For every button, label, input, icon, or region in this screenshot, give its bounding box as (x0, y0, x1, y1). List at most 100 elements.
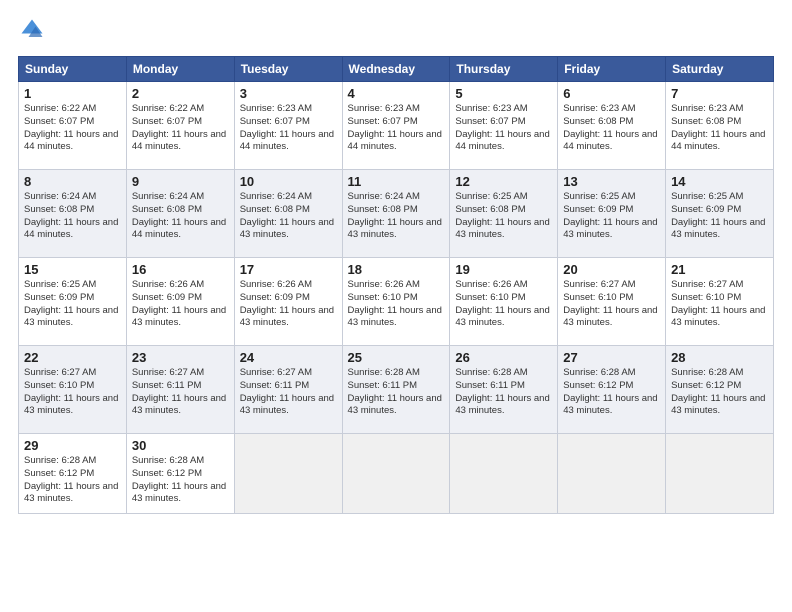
day-number: 3 (240, 86, 337, 101)
calendar-cell: 26Sunrise: 6:28 AMSunset: 6:11 PMDayligh… (450, 346, 558, 434)
calendar-week-row: 1 Sunrise: 6:22 AMSunset: 6:07 PMDaylight… (19, 82, 774, 170)
calendar-cell (342, 434, 450, 514)
day-number: 22 (24, 350, 121, 365)
weekday-header: Friday (558, 57, 666, 82)
header (18, 16, 774, 44)
calendar-cell (666, 434, 774, 514)
day-number: 12 (455, 174, 552, 189)
day-number: 14 (671, 174, 768, 189)
calendar-cell: 20 Sunrise: 6:27 AMSunset: 6:10 PMDayligh… (558, 258, 666, 346)
calendar-table: SundayMondayTuesdayWednesdayThursdayFrid… (18, 56, 774, 514)
day-info: Sunrise: 6:28 AMSunset: 6:12 PMDaylight:… (563, 367, 660, 418)
page: SundayMondayTuesdayWednesdayThursdayFrid… (0, 0, 792, 612)
day-info: Sunrise: 6:26 AMSunset: 6:10 PMDaylight:… (455, 279, 552, 330)
day-number: 7 (671, 86, 768, 101)
day-number: 28 (671, 350, 768, 365)
calendar-cell: 28 Sunrise: 6:28 AMSunset: 6:12 PMDayligh… (666, 346, 774, 434)
calendar-cell (558, 434, 666, 514)
day-info: Sunrise: 6:25 AMSunset: 6:08 PMDaylight:… (455, 191, 552, 242)
day-info: Sunrise: 6:24 AMSunset: 6:08 PMDaylight:… (132, 191, 229, 242)
calendar-cell: 3 Sunrise: 6:23 AMSunset: 6:07 PMDaylight… (234, 82, 342, 170)
day-number: 10 (240, 174, 337, 189)
day-number: 15 (24, 262, 121, 277)
weekday-header: Wednesday (342, 57, 450, 82)
day-info: Sunrise: 6:28 AMSunset: 6:12 PMDaylight:… (24, 455, 121, 506)
calendar-cell: 10 Sunrise: 6:24 AMSunset: 6:08 PMDayligh… (234, 170, 342, 258)
day-info: Sunrise: 6:27 AMSunset: 6:10 PMDaylight:… (563, 279, 660, 330)
day-number: 26 (455, 350, 552, 365)
day-number: 11 (348, 174, 445, 189)
calendar-cell: 5Sunrise: 6:23 AMSunset: 6:07 PMDaylight… (450, 82, 558, 170)
weekday-header: Saturday (666, 57, 774, 82)
day-info: Sunrise: 6:23 AMSunset: 6:08 PMDaylight:… (671, 103, 768, 154)
day-info: Sunrise: 6:22 AMSunset: 6:07 PMDaylight:… (24, 103, 121, 154)
calendar-cell: 23 Sunrise: 6:27 AMSunset: 6:11 PMDayligh… (126, 346, 234, 434)
day-info: Sunrise: 6:27 AMSunset: 6:10 PMDaylight:… (671, 279, 768, 330)
day-info: Sunrise: 6:27 AMSunset: 6:11 PMDaylight:… (132, 367, 229, 418)
weekday-header: Thursday (450, 57, 558, 82)
day-number: 20 (563, 262, 660, 277)
calendar-cell: 12 Sunrise: 6:25 AMSunset: 6:08 PMDayligh… (450, 170, 558, 258)
calendar-week-row: 22 Sunrise: 6:27 AMSunset: 6:10 PMDayligh… (19, 346, 774, 434)
day-info: Sunrise: 6:23 AMSunset: 6:08 PMDaylight:… (563, 103, 660, 154)
weekday-header: Tuesday (234, 57, 342, 82)
day-info: Sunrise: 6:25 AMSunset: 6:09 PMDaylight:… (24, 279, 121, 330)
day-number: 5 (455, 86, 552, 101)
day-info: Sunrise: 6:27 AMSunset: 6:11 PMDaylight:… (240, 367, 337, 418)
day-number: 19 (455, 262, 552, 277)
day-info: Sunrise: 6:24 AMSunset: 6:08 PMDaylight:… (348, 191, 445, 242)
day-info: Sunrise: 6:24 AMSunset: 6:08 PMDaylight:… (240, 191, 337, 242)
day-number: 21 (671, 262, 768, 277)
calendar-cell: 13 Sunrise: 6:25 AMSunset: 6:09 PMDayligh… (558, 170, 666, 258)
day-number: 16 (132, 262, 229, 277)
calendar-cell: 4Sunrise: 6:23 AMSunset: 6:07 PMDaylight… (342, 82, 450, 170)
day-number: 18 (348, 262, 445, 277)
calendar-cell: 25Sunrise: 6:28 AMSunset: 6:11 PMDayligh… (342, 346, 450, 434)
calendar-cell: 2Sunrise: 6:22 AMSunset: 6:07 PMDaylight… (126, 82, 234, 170)
calendar-cell: 18 Sunrise: 6:26 AMSunset: 6:10 PMDayligh… (342, 258, 450, 346)
calendar-week-row: 29 Sunrise: 6:28 AMSunset: 6:12 PMDayligh… (19, 434, 774, 514)
day-number: 17 (240, 262, 337, 277)
day-info: Sunrise: 6:23 AMSunset: 6:07 PMDaylight:… (240, 103, 337, 154)
day-info: Sunrise: 6:22 AMSunset: 6:07 PMDaylight:… (132, 103, 229, 154)
calendar-cell: 17 Sunrise: 6:26 AMSunset: 6:09 PMDayligh… (234, 258, 342, 346)
day-number: 24 (240, 350, 337, 365)
calendar-cell: 16 Sunrise: 6:26 AMSunset: 6:09 PMDayligh… (126, 258, 234, 346)
day-number: 6 (563, 86, 660, 101)
calendar-header-row: SundayMondayTuesdayWednesdayThursdayFrid… (19, 57, 774, 82)
calendar-cell: 21 Sunrise: 6:27 AMSunset: 6:10 PMDayligh… (666, 258, 774, 346)
day-number: 9 (132, 174, 229, 189)
day-info: Sunrise: 6:24 AMSunset: 6:08 PMDaylight:… (24, 191, 121, 242)
calendar-cell: 6 Sunrise: 6:23 AMSunset: 6:08 PMDaylight… (558, 82, 666, 170)
day-info: Sunrise: 6:25 AMSunset: 6:09 PMDaylight:… (563, 191, 660, 242)
day-number: 23 (132, 350, 229, 365)
calendar-cell: 19 Sunrise: 6:26 AMSunset: 6:10 PMDayligh… (450, 258, 558, 346)
day-number: 13 (563, 174, 660, 189)
day-info: Sunrise: 6:28 AMSunset: 6:12 PMDaylight:… (132, 455, 229, 506)
calendar-cell: 27 Sunrise: 6:28 AMSunset: 6:12 PMDayligh… (558, 346, 666, 434)
day-info: Sunrise: 6:28 AMSunset: 6:12 PMDaylight:… (671, 367, 768, 418)
calendar-cell: 30 Sunrise: 6:28 AMSunset: 6:12 PMDayligh… (126, 434, 234, 514)
day-number: 29 (24, 438, 121, 453)
calendar-week-row: 8Sunrise: 6:24 AMSunset: 6:08 PMDaylight… (19, 170, 774, 258)
calendar-cell: 1 Sunrise: 6:22 AMSunset: 6:07 PMDaylight… (19, 82, 127, 170)
day-number: 25 (348, 350, 445, 365)
logo (18, 16, 50, 44)
calendar-cell: 8Sunrise: 6:24 AMSunset: 6:08 PMDaylight… (19, 170, 127, 258)
day-info: Sunrise: 6:26 AMSunset: 6:10 PMDaylight:… (348, 279, 445, 330)
calendar-cell: 9 Sunrise: 6:24 AMSunset: 6:08 PMDaylight… (126, 170, 234, 258)
calendar-cell: 7 Sunrise: 6:23 AMSunset: 6:08 PMDaylight… (666, 82, 774, 170)
day-info: Sunrise: 6:25 AMSunset: 6:09 PMDaylight:… (671, 191, 768, 242)
weekday-header: Monday (126, 57, 234, 82)
day-number: 1 (24, 86, 121, 101)
day-number: 30 (132, 438, 229, 453)
day-number: 4 (348, 86, 445, 101)
day-number: 27 (563, 350, 660, 365)
calendar-cell: 15 Sunrise: 6:25 AMSunset: 6:09 PMDayligh… (19, 258, 127, 346)
calendar-week-row: 15 Sunrise: 6:25 AMSunset: 6:09 PMDayligh… (19, 258, 774, 346)
calendar-cell: 29 Sunrise: 6:28 AMSunset: 6:12 PMDayligh… (19, 434, 127, 514)
day-info: Sunrise: 6:26 AMSunset: 6:09 PMDaylight:… (240, 279, 337, 330)
day-info: Sunrise: 6:27 AMSunset: 6:10 PMDaylight:… (24, 367, 121, 418)
day-info: Sunrise: 6:26 AMSunset: 6:09 PMDaylight:… (132, 279, 229, 330)
calendar-cell (234, 434, 342, 514)
